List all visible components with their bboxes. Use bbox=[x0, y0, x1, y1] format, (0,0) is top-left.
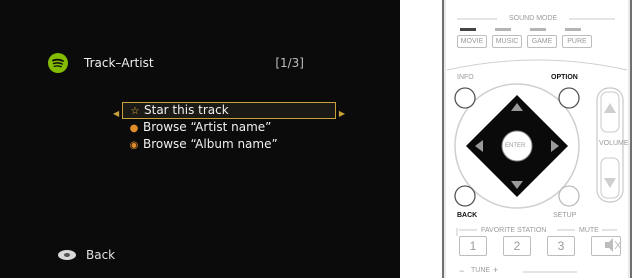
movie-button[interactable]: MOVIE bbox=[457, 35, 487, 48]
back-button[interactable] bbox=[455, 186, 475, 206]
left-arrow-icon: ◀ bbox=[113, 109, 120, 118]
game-button[interactable]: GAME bbox=[527, 35, 557, 48]
option-menu: ◀ ☆ Star this track ▶ ● Browse “Artist nam… bbox=[113, 102, 345, 153]
person-icon: ● bbox=[129, 123, 139, 134]
remote-control: SOUND MODE MOVIE MUSIC GAME PURE INFO OP… bbox=[437, 0, 637, 278]
back-label: Back bbox=[86, 248, 116, 262]
option-label: OPTION bbox=[551, 74, 578, 81]
menu-item-star-track[interactable]: ◀ ☆ Star this track ▶ bbox=[113, 102, 345, 119]
menu-item-label: Browse “Album name” bbox=[143, 137, 278, 151]
up-button[interactable] bbox=[500, 95, 534, 129]
enter-button[interactable]: ENTER bbox=[505, 143, 525, 149]
info-label: INFO bbox=[457, 74, 474, 81]
left-button[interactable] bbox=[466, 129, 500, 163]
menu-item-browse-artist[interactable]: ● Browse “Artist name” bbox=[122, 119, 336, 136]
tune-label: TUNE bbox=[471, 267, 491, 274]
back-button-icon bbox=[58, 250, 76, 260]
spotify-icon bbox=[48, 53, 68, 73]
tv-screen: Track–Artist [1/3] ◀ ☆ Star this track ▶ … bbox=[0, 0, 400, 278]
disc-icon: ◉ bbox=[129, 140, 139, 151]
pure-button[interactable]: PURE bbox=[562, 35, 592, 48]
right-button[interactable] bbox=[534, 129, 568, 163]
volume-down-button[interactable] bbox=[601, 158, 619, 198]
favorite-3-button[interactable]: 3 bbox=[547, 236, 575, 256]
favorite-station-label: FAVORITE STATION bbox=[481, 227, 547, 234]
menu-item-label: Browse “Artist name” bbox=[143, 120, 272, 134]
menu-item-browse-album[interactable]: ◉ Browse “Album name” bbox=[122, 136, 336, 153]
favorite-2-button[interactable]: 2 bbox=[503, 236, 531, 256]
page-indicator: [1/3] bbox=[275, 56, 304, 70]
mute-button[interactable] bbox=[591, 236, 621, 256]
right-arrow-icon: ▶ bbox=[338, 109, 345, 118]
back-label-remote: BACK bbox=[457, 212, 478, 219]
option-button[interactable] bbox=[559, 88, 579, 108]
screen-content: Track–Artist [1/3] ◀ ☆ Star this track ▶ … bbox=[22, 18, 378, 262]
setup-label: SETUP bbox=[553, 212, 577, 219]
setup-button[interactable] bbox=[559, 186, 579, 206]
favorite-1-button[interactable]: 1 bbox=[459, 236, 487, 256]
info-button[interactable] bbox=[455, 88, 475, 108]
menu-item-label: Star this track bbox=[144, 103, 229, 117]
screen-title: Track–Artist bbox=[84, 56, 154, 70]
volume-label: VOLUME bbox=[599, 140, 629, 147]
tune-plus-icon: + bbox=[493, 265, 499, 275]
down-button[interactable] bbox=[500, 163, 534, 197]
sound-mode-label: SOUND MODE bbox=[509, 15, 558, 22]
star-icon: ☆ bbox=[130, 106, 140, 117]
mute-label: MUTE bbox=[579, 227, 599, 234]
volume-up-button[interactable] bbox=[601, 92, 619, 132]
tune-minus-icon: − bbox=[459, 266, 465, 276]
back-hint[interactable]: Back bbox=[58, 248, 115, 262]
music-button[interactable]: MUSIC bbox=[492, 35, 522, 48]
